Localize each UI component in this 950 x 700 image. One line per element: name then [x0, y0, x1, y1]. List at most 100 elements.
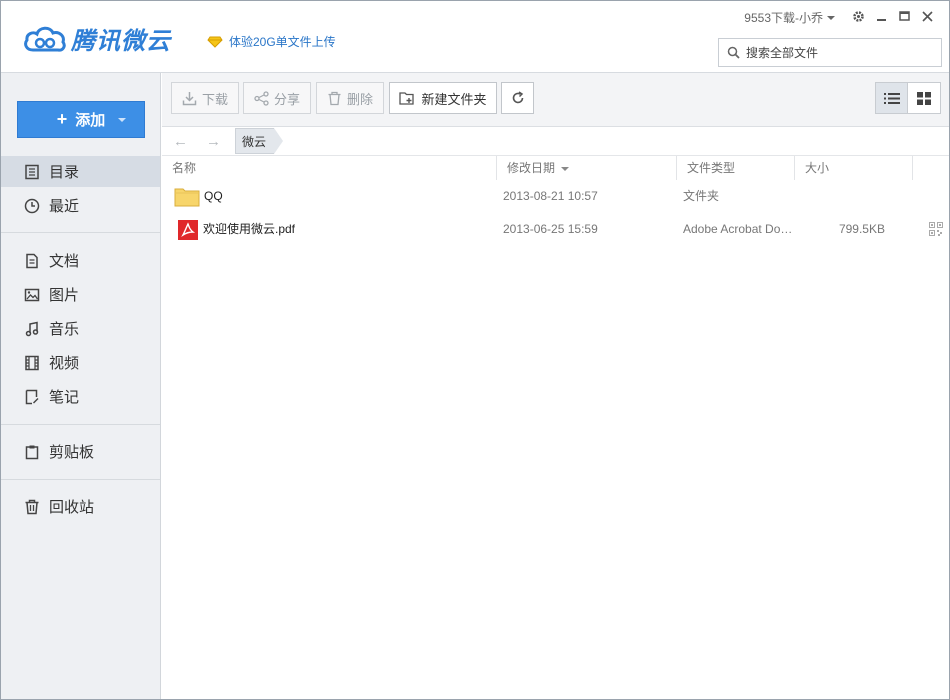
- sidebar-item-notes[interactable]: 笔记: [1, 381, 160, 412]
- sidebar-item-label: 剪贴板: [49, 444, 95, 461]
- column-header-type[interactable]: 文件类型: [677, 156, 795, 180]
- plus-icon: +: [56, 109, 68, 129]
- share-icon: [254, 90, 269, 106]
- window-controls: [847, 7, 939, 25]
- column-date-label: 修改日期: [507, 161, 556, 175]
- promo-link[interactable]: 体验20G单文件上传: [207, 33, 336, 50]
- column-type-label: 文件类型: [687, 161, 736, 175]
- sidebar-item-images[interactable]: 图片: [1, 279, 160, 310]
- column-size-label: 大小: [805, 161, 830, 175]
- close-icon[interactable]: [916, 7, 939, 25]
- image-icon: [24, 288, 40, 301]
- add-button[interactable]: + 添加: [17, 101, 145, 138]
- download-label: 下载: [201, 91, 228, 107]
- divider: [1, 479, 160, 480]
- maximize-icon[interactable]: [893, 7, 916, 25]
- cloud-logo-icon: [24, 26, 66, 52]
- new-folder-label: 新建文件夹: [421, 91, 487, 107]
- share-button[interactable]: 分享: [243, 82, 311, 114]
- column-name-label: 名称: [172, 161, 197, 175]
- file-date: 2013-08-21 10:57: [503, 189, 598, 203]
- chevron-down-icon[interactable]: [118, 118, 126, 122]
- breadcrumb-bar: ← → 微云: [162, 127, 949, 156]
- column-header-size[interactable]: 大小: [795, 156, 913, 180]
- grid-view-icon[interactable]: [908, 83, 940, 113]
- table-row[interactable]: 欢迎使用微云.pdf 2013-06-25 15:59 Adobe Acroba…: [162, 213, 949, 246]
- download-button[interactable]: 下载: [171, 82, 239, 114]
- sidebar-item-catalog[interactable]: 目录: [1, 156, 160, 187]
- view-toggle: [875, 82, 941, 114]
- sidebar-item-label: 目录: [49, 164, 80, 181]
- file-name: 欢迎使用微云.pdf: [203, 222, 296, 236]
- search-input[interactable]: [746, 45, 926, 60]
- file-type: Adobe Acrobat Docu...: [683, 222, 795, 236]
- diamond-icon: [207, 36, 223, 48]
- clock-icon: [24, 198, 40, 213]
- promo-text: 体验20G单文件上传: [229, 35, 336, 49]
- divider: [1, 232, 160, 233]
- header: 腾讯微云 体验20G单文件上传 9553下载-小乔: [1, 1, 949, 73]
- sidebar-item-documents[interactable]: 文档: [1, 245, 160, 276]
- file-name: QQ: [204, 189, 223, 203]
- sidebar: + 添加 目录 最近 文档 图片 音乐 视频 笔记 剪贴板 回收站: [1, 73, 161, 699]
- file-table: 名称 修改日期 文件类型 大小 QQ 2013-08-21 10:57 文件夹: [162, 156, 949, 246]
- new-folder-button[interactable]: 新建文件夹: [389, 82, 497, 114]
- minimize-icon[interactable]: [870, 7, 893, 25]
- file-size: 799.5KB: [838, 222, 885, 236]
- document-icon: [26, 253, 38, 268]
- breadcrumb-current: 微云: [242, 134, 267, 149]
- catalog-icon: [25, 164, 39, 179]
- sidebar-item-label: 图片: [49, 287, 80, 304]
- app-name: 腾讯微云: [71, 28, 171, 55]
- share-label: 分享: [273, 91, 300, 107]
- qr-code-icon[interactable]: [929, 222, 943, 236]
- search-box: [718, 38, 942, 67]
- user-name: 9553下载-小乔: [744, 11, 823, 25]
- app-window: 腾讯微云 体验20G单文件上传 9553下载-小乔 搜索全部文件 + 添加 目录…: [0, 0, 950, 700]
- sidebar-item-label: 文档: [49, 253, 80, 270]
- logo: 腾讯微云: [23, 21, 171, 56]
- breadcrumb[interactable]: 微云: [235, 128, 284, 154]
- add-button-label: 添加: [75, 112, 106, 129]
- delete-button[interactable]: 删除: [316, 82, 384, 114]
- back-arrow-icon[interactable]: ←: [173, 133, 188, 150]
- sidebar-item-video[interactable]: 视频: [1, 347, 160, 378]
- clipboard-icon: [25, 445, 39, 459]
- new-folder-icon: [399, 91, 415, 105]
- note-icon: [25, 389, 39, 404]
- sidebar-item-music[interactable]: 音乐: [1, 313, 160, 344]
- forward-arrow-icon[interactable]: →: [206, 133, 221, 150]
- list-view-icon[interactable]: [876, 83, 909, 113]
- download-icon: [182, 91, 197, 105]
- sidebar-item-label: 视频: [49, 355, 80, 372]
- video-icon: [25, 355, 39, 370]
- file-type: 文件夹: [683, 189, 720, 203]
- trash-icon: [25, 499, 39, 514]
- refresh-button[interactable]: [501, 82, 534, 114]
- refresh-icon: [512, 91, 523, 104]
- folder-icon: [174, 188, 200, 207]
- trash-icon: [328, 91, 341, 105]
- column-header-date[interactable]: 修改日期: [497, 156, 677, 180]
- user-menu[interactable]: 9553下载-小乔: [744, 9, 835, 26]
- music-icon: [25, 321, 39, 336]
- search-icon: [727, 46, 740, 59]
- column-header-name[interactable]: 名称: [162, 156, 497, 180]
- sidebar-item-label: 最近: [49, 198, 80, 215]
- file-name-cell: 欢迎使用微云.pdf: [174, 213, 494, 246]
- pdf-icon: [178, 219, 198, 240]
- sidebar-item-trash[interactable]: 回收站: [1, 491, 160, 522]
- delete-label: 删除: [346, 91, 373, 107]
- toolbar: 下载 分享 删除 新建文件夹: [162, 73, 949, 127]
- sidebar-item-label: 回收站: [49, 499, 95, 516]
- sidebar-item-recent[interactable]: 最近: [1, 190, 160, 221]
- file-name-cell: QQ: [174, 180, 494, 213]
- sidebar-item-label: 音乐: [49, 321, 80, 338]
- divider: [1, 424, 160, 425]
- file-date: 2013-06-25 15:59: [503, 222, 598, 236]
- table-header: 名称 修改日期 文件类型 大小: [162, 156, 949, 180]
- sidebar-item-clipboard[interactable]: 剪贴板: [1, 436, 160, 467]
- gear-icon[interactable]: [847, 7, 870, 25]
- table-row[interactable]: QQ 2013-08-21 10:57 文件夹: [162, 180, 949, 213]
- sort-desc-icon: [561, 166, 570, 171]
